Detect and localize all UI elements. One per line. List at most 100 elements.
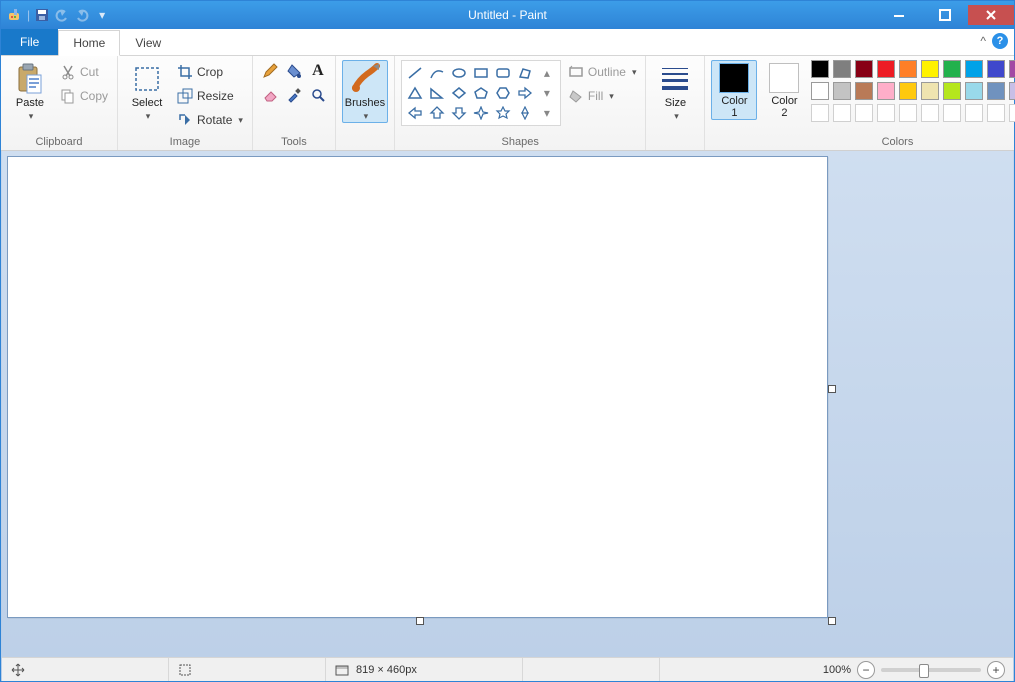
close-button[interactable] — [968, 5, 1014, 25]
palette-color[interactable] — [877, 104, 895, 122]
palette-color[interactable] — [833, 60, 851, 78]
tool-pencil[interactable] — [259, 60, 281, 82]
shape-curve[interactable] — [427, 64, 447, 82]
canvas[interactable] — [7, 156, 828, 618]
outline-button[interactable]: Outline ▾ — [565, 60, 640, 84]
palette-color[interactable] — [899, 60, 917, 78]
palette-color[interactable] — [899, 104, 917, 122]
tool-magnifier[interactable] — [307, 84, 329, 106]
shapes-scroll-down[interactable]: ▾ — [537, 84, 557, 102]
tool-text[interactable]: A — [307, 60, 329, 82]
shape-arrow-right[interactable] — [515, 84, 535, 102]
tool-color-picker[interactable] — [283, 84, 305, 106]
tab-view[interactable]: View — [120, 30, 176, 55]
rotate-icon — [177, 112, 193, 128]
shape-roundrect[interactable] — [493, 64, 513, 82]
palette-color[interactable] — [987, 82, 1005, 100]
fill-button[interactable]: Fill ▾ — [565, 84, 640, 108]
palette-color[interactable] — [965, 104, 983, 122]
redo-icon[interactable] — [74, 7, 90, 23]
shape-hexagon[interactable] — [493, 84, 513, 102]
size-button[interactable]: Size ▾ — [652, 60, 698, 123]
select-button[interactable]: Select ▾ — [124, 60, 170, 123]
minimize-button[interactable] — [876, 5, 922, 25]
shape-arrow-down[interactable] — [449, 104, 469, 122]
handle-bottom[interactable] — [416, 617, 424, 625]
palette-color[interactable] — [921, 104, 939, 122]
ribbon-tabs: File Home View ^ ? — [1, 29, 1014, 56]
shape-polygon[interactable] — [515, 64, 535, 82]
palette-color[interactable] — [899, 82, 917, 100]
zoom-slider-thumb[interactable] — [919, 664, 929, 678]
shape-rect[interactable] — [471, 64, 491, 82]
handle-corner[interactable] — [828, 617, 836, 625]
shape-4star[interactable] — [471, 104, 491, 122]
palette-color[interactable] — [855, 82, 873, 100]
palette-color[interactable] — [833, 104, 851, 122]
zoom-slider[interactable] — [881, 668, 981, 672]
palette-color[interactable] — [943, 60, 961, 78]
rotate-button[interactable]: Rotate ▾ — [174, 108, 246, 132]
palette-color[interactable] — [1009, 82, 1015, 100]
palette-color[interactable] — [987, 60, 1005, 78]
palette-color[interactable] — [921, 60, 939, 78]
color1-button[interactable]: Color 1 — [711, 60, 757, 120]
palette-color[interactable] — [1009, 104, 1015, 122]
app-window: | ▾ Untitled - Paint File Home View ^ ? — [0, 0, 1015, 682]
shape-diamond[interactable] — [449, 84, 469, 102]
copy-button[interactable]: Copy — [57, 84, 111, 108]
shapes-more[interactable]: ▾ — [537, 104, 557, 122]
tool-eraser[interactable] — [259, 84, 281, 106]
cut-button[interactable]: Cut — [57, 60, 111, 84]
maximize-button[interactable] — [922, 5, 968, 25]
shapes-gallery[interactable]: ▴ ▾ ▾ — [401, 60, 561, 126]
shape-triangle[interactable] — [405, 84, 425, 102]
palette-color[interactable] — [921, 82, 939, 100]
paste-button[interactable]: Paste ▾ — [7, 60, 53, 123]
shape-right-triangle[interactable] — [427, 84, 447, 102]
shape-pentagon[interactable] — [471, 84, 491, 102]
undo-icon[interactable] — [54, 7, 70, 23]
palette-color[interactable] — [965, 82, 983, 100]
group-clipboard-label: Clipboard — [35, 134, 82, 150]
shape-6star[interactable] — [515, 104, 535, 122]
shape-line[interactable] — [405, 64, 425, 82]
shape-5star[interactable] — [493, 104, 513, 122]
palette-color[interactable] — [811, 82, 829, 100]
collapse-ribbon-icon[interactable]: ^ — [980, 34, 986, 48]
palette-color[interactable] — [855, 104, 873, 122]
shape-arrow-left[interactable] — [405, 104, 425, 122]
palette-color[interactable] — [833, 82, 851, 100]
color2-button[interactable]: Color 2 — [761, 60, 807, 120]
tab-file[interactable]: File — [1, 29, 58, 55]
palette-color[interactable] — [1009, 60, 1015, 78]
palette-color[interactable] — [877, 60, 895, 78]
palette-color[interactable] — [943, 82, 961, 100]
resize-button[interactable]: Resize — [174, 84, 246, 108]
palette-color[interactable] — [855, 60, 873, 78]
palette-color[interactable] — [811, 60, 829, 78]
help-icon[interactable]: ? — [992, 33, 1008, 49]
qat-customize-icon[interactable]: ▾ — [94, 7, 110, 23]
tool-fill[interactable] — [283, 60, 305, 82]
shape-oval[interactable] — [449, 64, 469, 82]
canvas-area[interactable] — [2, 151, 1013, 657]
palette-color[interactable] — [811, 104, 829, 122]
zoom-in-button[interactable]: + — [987, 661, 1005, 679]
titlebar: | ▾ Untitled - Paint — [1, 1, 1014, 29]
save-icon[interactable] — [34, 7, 50, 23]
shape-arrow-up[interactable] — [427, 104, 447, 122]
zoom-out-button[interactable]: − — [857, 661, 875, 679]
chevron-down-icon: ▾ — [146, 111, 151, 122]
crop-button[interactable]: Crop — [174, 60, 246, 84]
shapes-scroll-up[interactable]: ▴ — [537, 64, 557, 82]
tab-home[interactable]: Home — [58, 30, 120, 56]
paste-label: Paste — [16, 97, 44, 109]
palette-color[interactable] — [877, 82, 895, 100]
palette-color[interactable] — [965, 60, 983, 78]
palette-color[interactable] — [943, 104, 961, 122]
brushes-button[interactable]: Brushes ▾ — [342, 60, 388, 123]
handle-right[interactable] — [828, 385, 836, 393]
palette-color[interactable] — [987, 104, 1005, 122]
outline-label: Outline — [588, 65, 626, 79]
